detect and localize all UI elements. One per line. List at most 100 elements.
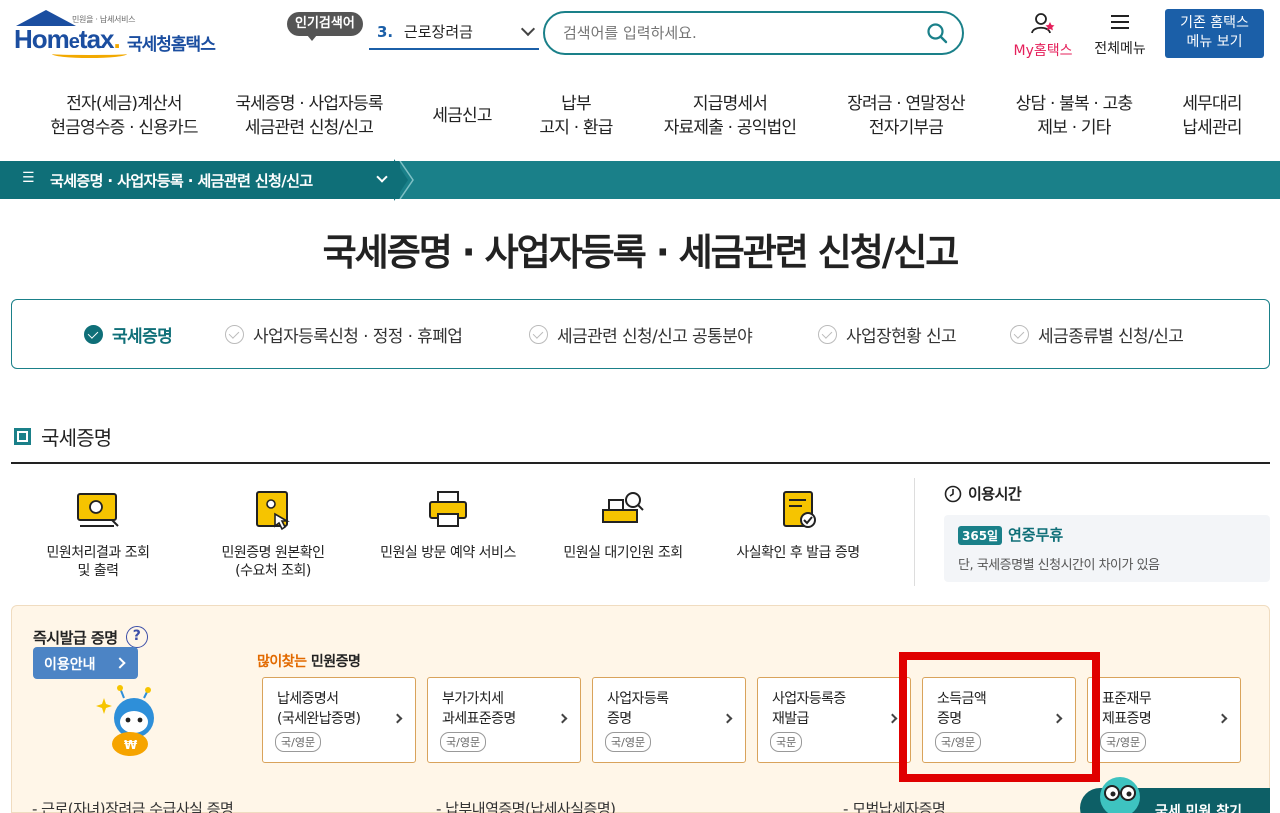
vertical-divider [914, 478, 915, 586]
logo-swoosh-icon [52, 50, 127, 58]
hometax-logo[interactable]: 민원을 · 납세서비스 Hometax. 국세청홈택스 [12, 10, 227, 62]
monitor-icon [74, 488, 122, 532]
global-nav: 전자(세금)계산서현금영수증 · 신용카드 국세증명 · 사업자등록세금관련 신… [0, 76, 1280, 158]
chevron-right-icon [393, 714, 403, 724]
gnb-payment[interactable]: 납부고지 · 환급 [530, 92, 622, 140]
check-circle-icon [84, 325, 103, 344]
certificate-check-icon [774, 488, 822, 532]
usage-guide-button[interactable]: 이용안내 [33, 647, 138, 679]
service-time-title: 이용시간 [944, 483, 1021, 504]
check-circle-icon [1010, 325, 1029, 344]
popular-search-tag: 인기검색어 [287, 12, 363, 36]
svg-text:₩: ₩ [124, 738, 138, 752]
service-time-box: 365일 연중무휴 단, 국세증명별 신청시간이 차이가 있음 [944, 515, 1270, 582]
cert-link-incentive-receipt[interactable]: - 근로(자녀)장려금 수급사실 증명 [32, 798, 233, 813]
language-tag: 국/영문 [440, 732, 486, 752]
popular-keyword-select[interactable]: 3. 근로장려금 [369, 16, 539, 50]
chevron-right-icon [723, 714, 733, 724]
logo-korean: 국세청홈택스 [127, 30, 215, 55]
chevron-down-icon [521, 22, 535, 36]
tab-by-tax-type[interactable]: 세금종류별 신청/신고 [1010, 322, 1183, 347]
user-star-icon [1030, 12, 1056, 34]
chevron-right-icon [114, 657, 125, 668]
quick-label: 민원실 방문 예약 서비스 [363, 544, 533, 562]
check-circle-icon [818, 325, 837, 344]
cert-card-vat-base[interactable]: 부가가치세과세표준증명 국/영문 [427, 677, 581, 763]
waiting-icon [599, 488, 647, 532]
language-tag: 국/영문 [605, 732, 651, 752]
chevron-right-icon [888, 714, 898, 724]
quick-label: 민원처리결과 조회및 출력 [13, 544, 183, 580]
category-tabs: 국세증명 사업자등록신청 · 정정 · 휴폐업 세금관련 신청/신고 공통분야 … [11, 299, 1270, 369]
hamburger-icon [1109, 12, 1131, 32]
gnb-tax-return[interactable]: 세금신고 [420, 104, 504, 128]
gnb-incentive[interactable]: 장려금 · 연말정산전자기부금 [835, 92, 977, 140]
service-time-note: 단, 국세증명별 신청시간이 차이가 있음 [958, 554, 1160, 573]
breadcrumb-separator-icon [398, 161, 418, 199]
popular-cert-title: 많이찾는 민원증명 [257, 651, 360, 671]
quick-original-verify[interactable]: 민원증명 원본확인(수요처 조회) [188, 488, 358, 580]
section-divider [11, 462, 1270, 464]
old-menu-button[interactable]: 기존 홈택스 메뉴 보기 [1165, 9, 1264, 58]
mascot-glasses-icon [1092, 771, 1148, 813]
chevron-down-icon [376, 171, 387, 182]
all-menu-label: 전체메뉴 [1088, 38, 1152, 58]
quick-visit-reservation[interactable]: 민원실 방문 예약 서비스 [363, 488, 533, 562]
cert-name: 사업자등록증재발급 [772, 689, 846, 729]
chevron-right-icon [558, 714, 568, 724]
section-title: 국세증명 [14, 422, 111, 451]
gnb-consult[interactable]: 상담 · 불복 · 고충제보 · 기타 [1004, 92, 1144, 140]
popular-rank: 3. [377, 23, 393, 41]
cert-link-payment-history[interactable]: - 납부내역증명(납세사실증명) [436, 798, 616, 813]
check-circle-icon [225, 325, 244, 344]
header: 민원을 · 납세서비스 Hometax. 국세청홈택스 인기검색어 3. 근로장… [0, 0, 1280, 66]
chevron-right-icon [1218, 714, 1228, 724]
tab-common-application[interactable]: 세금관련 신청/신고 공통분야 [529, 322, 770, 347]
mascot-icon: ₩ [94, 684, 174, 764]
check-circle-icon [529, 325, 548, 344]
language-tag: 국/영문 [1100, 732, 1146, 752]
square-bullet-icon [14, 428, 31, 445]
tab-business-registration[interactable]: 사업자등록신청 · 정정 · 휴폐업 [225, 322, 462, 347]
old-menu-line1: 기존 홈택스 [1165, 14, 1264, 33]
cert-card-tax-payment[interactable]: 납세증명서(국세완납증명) 국/영문 [262, 677, 416, 763]
cert-name: 사업자등록증명 [607, 689, 668, 729]
tab-business-status[interactable]: 사업장현황 신고 [818, 322, 956, 347]
search-icon[interactable] [926, 22, 948, 44]
tab-tax-certificate[interactable]: 국세증명 [84, 322, 172, 347]
language-tag: 국/영문 [275, 732, 321, 752]
breadcrumb[interactable]: ☰ 국세증명 · 사업자등록 · 세금관련 신청/신고 [0, 161, 400, 199]
all-menu-button[interactable]: 전체메뉴 [1088, 12, 1152, 58]
page-title: 국세증명 · 사업자등록 · 세금관련 신청/신고 [0, 222, 1280, 276]
document-touch-icon [249, 488, 297, 532]
quick-label: 사실확인 후 발급 증명 [713, 544, 883, 562]
cert-name: 납세증명서(국세완납증명) [277, 689, 360, 729]
quick-label: 민원증명 원본확인(수요처 조회) [188, 544, 358, 580]
clock-icon [944, 485, 962, 503]
search-box [543, 11, 964, 55]
gnb-certificate[interactable]: 국세증명 · 사업자등록세금관련 신청/신고 [223, 92, 395, 140]
my-hometax-link[interactable]: My홈택스 [1008, 12, 1078, 60]
language-tag: 국문 [770, 732, 802, 752]
popular-keyword: 근로장려금 [404, 23, 473, 41]
365-badge: 365일 [958, 526, 1002, 545]
quick-waiting-count[interactable]: 민원실 대기인원 조회 [538, 488, 708, 562]
gnb-etax[interactable]: 전자(세금)계산서현금영수증 · 신용카드 [48, 92, 200, 140]
cert-link-model-taxpayer[interactable]: - 모범납세자증명 [843, 798, 945, 813]
gnb-statement[interactable]: 지급명세서자료제출 · 공익법인 [655, 92, 805, 140]
cert-card-financial-statement[interactable]: 표준재무제표증명 국/영문 [1087, 677, 1241, 763]
cert-card-business-registration[interactable]: 사업자등록증명 국/영문 [592, 677, 746, 763]
my-hometax-label: My홈택스 [1008, 40, 1078, 60]
search-input[interactable] [563, 21, 903, 45]
quick-fact-certificate[interactable]: 사실확인 후 발급 증명 [713, 488, 883, 562]
help-icon[interactable]: ? [126, 626, 148, 648]
service-time-main: 연중무휴 [1008, 524, 1063, 545]
quick-result-inquiry[interactable]: 민원처리결과 조회및 출력 [13, 488, 183, 580]
menu-lines-icon: ☰ [22, 170, 36, 190]
cert-card-registration-reissue[interactable]: 사업자등록증재발급 국문 [757, 677, 911, 763]
cert-name: 부가가치세과세표준증명 [442, 689, 516, 729]
gnb-agent[interactable]: 세무대리납세관리 [1170, 92, 1254, 140]
cert-name: 표준재무제표증명 [1102, 689, 1151, 729]
quick-label: 민원실 대기인원 조회 [538, 544, 708, 562]
old-menu-line2: 메뉴 보기 [1165, 33, 1264, 52]
